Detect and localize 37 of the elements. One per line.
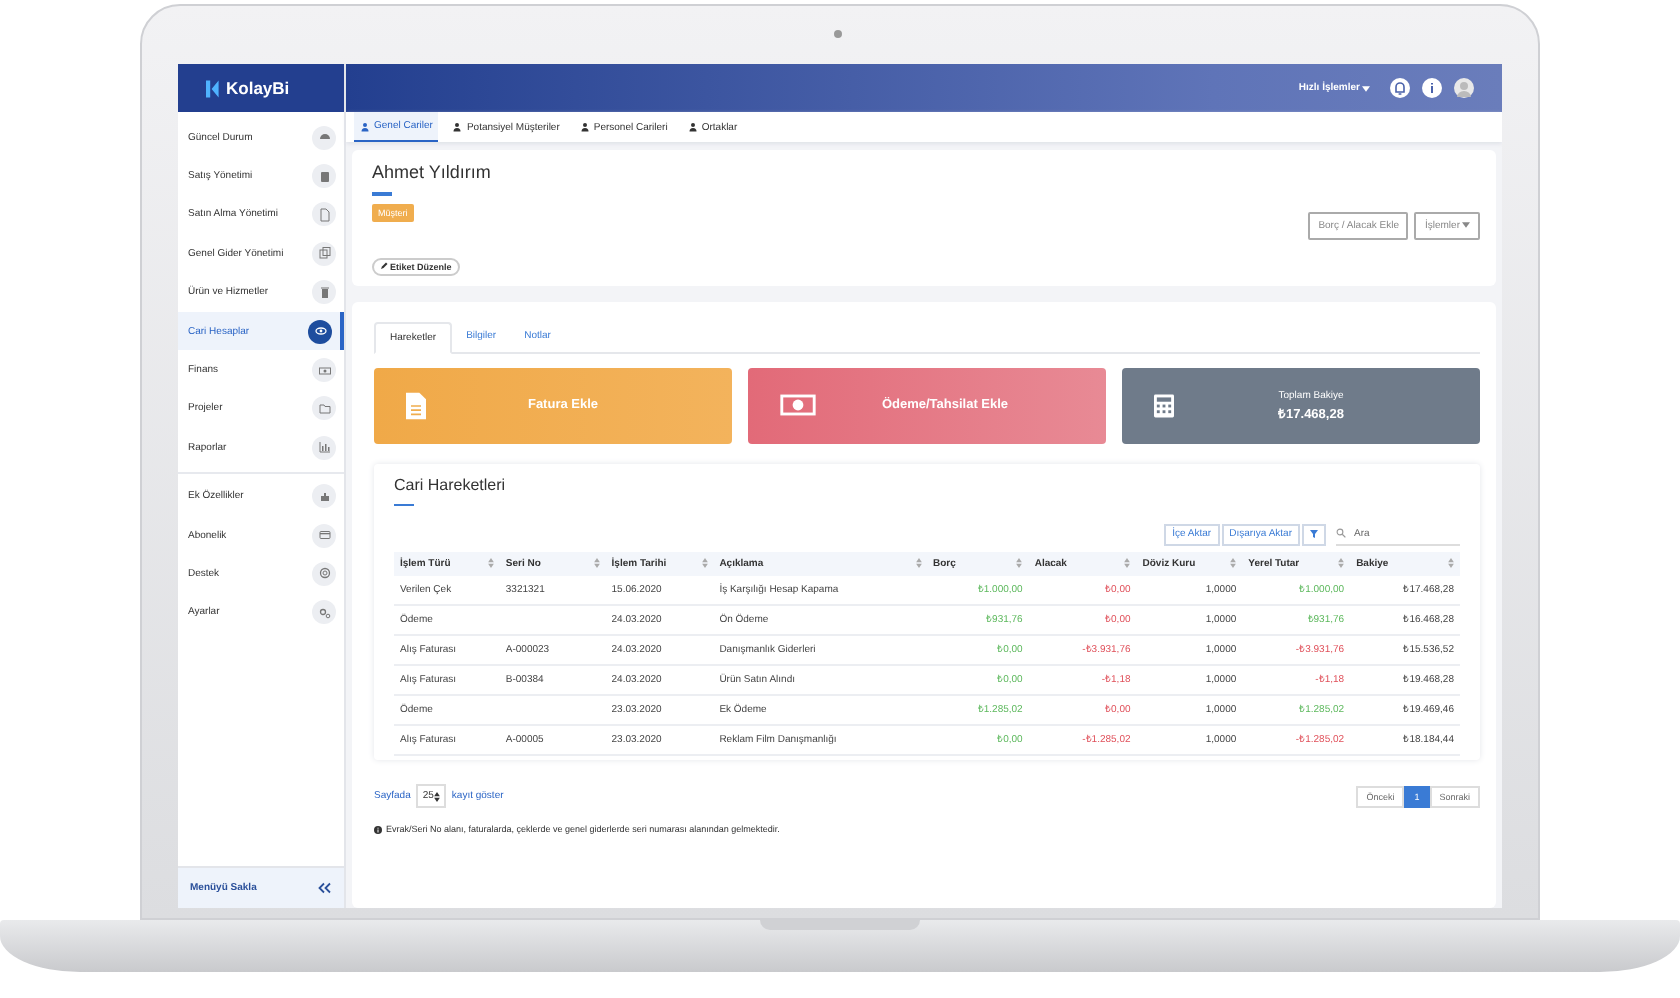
filter-button[interactable] — [1302, 523, 1326, 545]
sort-icon — [1230, 558, 1237, 568]
sort-icon — [1338, 558, 1345, 568]
card-icon — [312, 523, 336, 548]
filter-icon — [1310, 530, 1318, 538]
avatar-icon[interactable] — [1454, 78, 1474, 98]
copy-icon — [312, 241, 336, 266]
bar-chart-icon — [312, 435, 336, 460]
search-icon — [1336, 528, 1346, 538]
bell-icon[interactable] — [1390, 78, 1410, 98]
sort-icon — [1447, 558, 1454, 568]
banknote-icon — [780, 394, 816, 416]
document-icon — [406, 391, 426, 419]
document-icon — [312, 202, 336, 227]
caret-icon — [1462, 222, 1470, 228]
double-chevron-icon — [316, 882, 332, 894]
sort-icon — [433, 791, 440, 801]
sort-icon — [701, 558, 708, 568]
pencil-icon — [380, 262, 388, 270]
sort-icon — [1016, 558, 1023, 568]
caret-icon — [1362, 85, 1370, 91]
user-icon — [360, 121, 370, 131]
trash-icon — [312, 280, 336, 305]
sort-icon — [593, 558, 600, 568]
info-icon — [374, 825, 382, 833]
sort-icon — [915, 558, 921, 568]
customer-name: Ahmet Yıldırım — [372, 162, 493, 182]
logo-text: KolayBi — [226, 78, 290, 98]
folder-icon — [312, 396, 336, 421]
sort-icon — [1124, 558, 1131, 568]
logo-icon — [206, 79, 220, 97]
section-title: Cari Hareketleri — [394, 475, 508, 493]
info-icon[interactable] — [1422, 78, 1442, 98]
camera-icon — [834, 30, 842, 38]
banknote-icon — [312, 358, 336, 383]
sort-icon — [487, 558, 494, 568]
lifebuoy-icon — [312, 561, 336, 586]
